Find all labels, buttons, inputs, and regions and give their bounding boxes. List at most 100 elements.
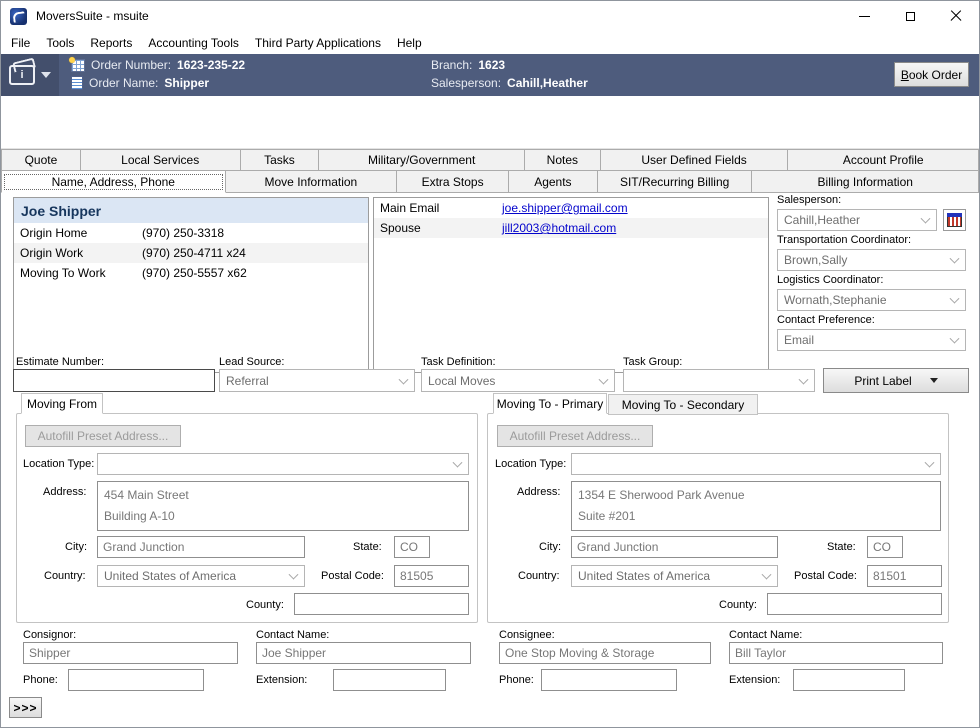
contact-preference-label: Contact Preference: (777, 314, 875, 326)
moving-from-state-input[interactable] (394, 536, 430, 558)
expand-button[interactable]: >>> (9, 697, 42, 718)
consignor-label: Consignor: (23, 629, 76, 641)
moving-from-address-line1: 454 Main Street (104, 485, 462, 506)
minimize-button[interactable] (841, 1, 887, 31)
tab-moving-from[interactable]: Moving From (21, 393, 103, 414)
salesperson-value: Cahill,Heather (784, 213, 860, 227)
print-label-text: Print Label (854, 374, 911, 388)
moving-to-autofill-button[interactable]: Autofill Preset Address... (497, 425, 653, 447)
moving-from-address-line2: Building A-10 (104, 506, 462, 527)
email-link[interactable]: joe.shipper@gmail.com (502, 201, 628, 215)
moving-from-city-input[interactable] (97, 536, 305, 558)
menu-bar: File Tools Reports Accounting Tools Thir… (1, 31, 979, 54)
transportation-coordinator-combobox[interactable]: Brown,Sally (777, 249, 966, 271)
contact-preference-combobox[interactable]: Email (777, 329, 966, 351)
moving-from-country-combobox[interactable]: United States of America (97, 565, 305, 587)
lead-source-combobox[interactable]: Referral (219, 369, 415, 392)
moving-to-city-label: City: (539, 541, 561, 553)
task-group-combobox[interactable] (623, 369, 815, 392)
moving-from-autofill-button[interactable]: Autofill Preset Address... (25, 425, 181, 447)
transportation-coordinator-value: Brown,Sally (784, 253, 847, 267)
moving-from-postal-input[interactable] (394, 565, 469, 587)
tab-sit-recurring-billing[interactable]: SIT/Recurring Billing (598, 171, 753, 193)
tab-notes[interactable]: Notes (525, 149, 601, 171)
tab-move-information[interactable]: Move Information (226, 171, 398, 193)
estimate-number-input[interactable] (13, 369, 215, 392)
tab-moving-to-secondary[interactable]: Moving To - Secondary (608, 394, 758, 415)
tab-moving-to-primary[interactable]: Moving To - Primary (493, 393, 607, 414)
book-order-button[interactable]: Book Order (894, 62, 969, 87)
logistics-coordinator-combobox[interactable]: Wornath,Stephanie (777, 289, 966, 311)
consignee-phone-input[interactable] (541, 669, 677, 691)
moving-to-postal-label: Postal Code: (794, 570, 857, 582)
contact-name-header: Joe Shipper (14, 198, 368, 223)
moving-from-country-label: Country: (44, 570, 86, 582)
moving-from-location-type-label: Location Type: (23, 458, 94, 470)
tab-military-government[interactable]: Military/Government (319, 149, 525, 171)
consignee-label: Consignee: (499, 629, 555, 641)
email-link[interactable]: jill2003@hotmail.com (502, 221, 616, 235)
consignee-phone-label: Phone: (499, 674, 534, 686)
tab-user-defined-fields[interactable]: User Defined Fields (601, 149, 789, 171)
consignor-contact-name-input[interactable] (256, 642, 471, 664)
menu-third-party-applications[interactable]: Third Party Applications (247, 33, 389, 53)
moving-to-city-input[interactable] (571, 536, 778, 558)
moving-to-address-label: Address: (517, 486, 560, 498)
title-bar: MoversSuite - msuite (1, 1, 979, 31)
phone-row-label: Origin Home (14, 226, 142, 240)
consignor-extension-input[interactable] (333, 669, 446, 691)
tab-extra-stops[interactable]: Extra Stops (397, 171, 509, 193)
moving-to-county-input[interactable] (767, 593, 942, 615)
contact-preference-value: Email (784, 333, 814, 347)
moving-to-country-combobox[interactable]: United States of America (571, 565, 778, 587)
consignee-extension-input[interactable] (793, 669, 905, 691)
moving-from-address-box[interactable]: 454 Main Street Building A-10 (97, 481, 469, 531)
menu-accounting-tools[interactable]: Accounting Tools (140, 33, 247, 53)
moving-to-state-input[interactable] (867, 536, 903, 558)
logistics-coordinator-value: Wornath,Stephanie (784, 293, 887, 307)
consignor-phone-input[interactable] (68, 669, 204, 691)
moving-to-postal-input[interactable] (867, 565, 942, 587)
menu-file[interactable]: File (3, 33, 38, 53)
tab-agents[interactable]: Agents (509, 171, 598, 193)
tab-quote[interactable]: Quote (1, 149, 81, 171)
tab-local-services[interactable]: Local Services (81, 149, 241, 171)
toolbar: ? Find order... Find New Refresh Edit Sa… (1, 96, 979, 149)
print-label-button[interactable]: Print Label (823, 368, 969, 393)
tab-billing-information[interactable]: Billing Information (752, 171, 979, 193)
menu-tools[interactable]: Tools (38, 33, 82, 53)
tab-tasks[interactable]: Tasks (241, 149, 320, 171)
salesperson-combobox[interactable]: Cahill,Heather (777, 209, 937, 231)
moverssuite-window: MoversSuite - msuite File Tools Reports … (0, 0, 980, 728)
order-name-label: Order Name: (89, 76, 158, 90)
consignee-contact-name-input[interactable] (729, 642, 943, 664)
moving-to-address-line1: 1354 E Sherwood Park Avenue (578, 485, 934, 506)
phone-row[interactable]: Origin Work (970) 250-4711 x24 (14, 243, 368, 263)
estimate-number-label: Estimate Number: (16, 356, 104, 368)
phone-row[interactable]: Origin Home (970) 250-3318 (14, 223, 368, 243)
close-button[interactable] (933, 1, 979, 31)
transportation-coordinator-label: Transportation Coordinator: (777, 234, 911, 246)
moving-from-location-type-combobox[interactable] (97, 453, 469, 475)
order-menu-button[interactable]: i (1, 54, 59, 96)
moving-to-location-type-combobox[interactable] (571, 453, 941, 475)
menu-help[interactable]: Help (389, 33, 430, 53)
tab-name-address-phone[interactable]: Name, Address, Phone (1, 171, 226, 193)
task-definition-value: Local Moves (428, 374, 495, 388)
contact-phone-panel: Joe Shipper Origin Home (970) 250-3318 O… (13, 197, 369, 373)
phone-row[interactable]: Moving To Work (970) 250-5557 x62 (14, 263, 368, 283)
close-icon (950, 10, 962, 22)
phone-row-label: Moving To Work (14, 266, 142, 280)
tab-account-profile[interactable]: Account Profile (788, 149, 979, 171)
moving-to-country-value: United States of America (578, 569, 710, 583)
consignee-input[interactable] (499, 642, 711, 664)
moving-from-county-input[interactable] (294, 593, 469, 615)
task-definition-combobox[interactable]: Local Moves (421, 369, 615, 392)
chevron-down-icon (599, 374, 609, 384)
consignor-input[interactable] (23, 642, 238, 664)
menu-reports[interactable]: Reports (82, 33, 140, 53)
moving-to-address-box[interactable]: 1354 E Sherwood Park Avenue Suite #201 (571, 481, 941, 531)
salesperson-calendar-button[interactable] (943, 209, 966, 231)
lead-source-value: Referral (226, 374, 269, 388)
maximize-button[interactable] (887, 1, 933, 31)
